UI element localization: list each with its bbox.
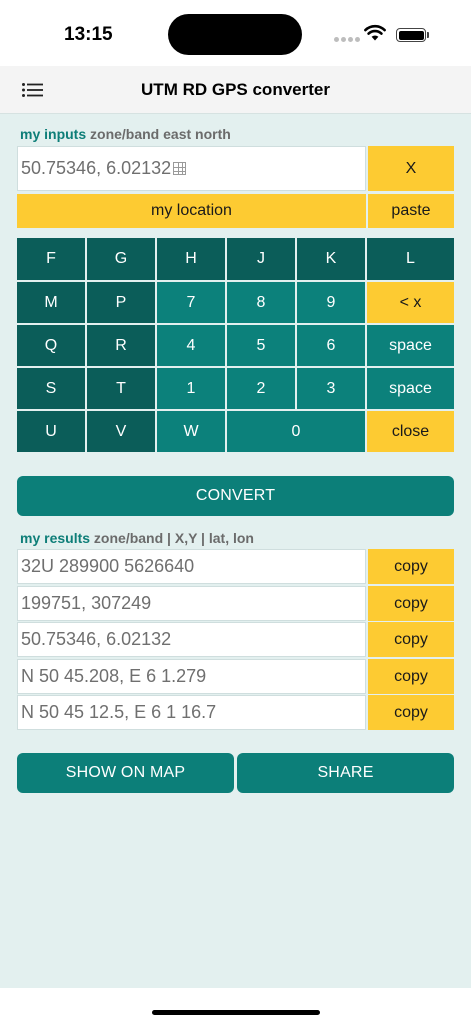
nav-bar: UTM RD GPS converter xyxy=(0,66,471,114)
wifi-icon xyxy=(364,24,386,41)
backspace-key[interactable]: < x xyxy=(367,282,454,323)
copy-decimal-button[interactable]: copy xyxy=(368,622,454,657)
home-indicator[interactable] xyxy=(152,1010,320,1015)
key-m[interactable]: M xyxy=(17,282,85,323)
key-j[interactable]: J xyxy=(227,238,295,280)
key-s[interactable]: S xyxy=(17,368,85,409)
results-label-accent: my results xyxy=(20,530,91,546)
show-on-map-button[interactable]: SHOW ON MAP xyxy=(17,753,234,793)
paste-button[interactable]: paste xyxy=(368,194,454,228)
convert-button[interactable]: CONVERT xyxy=(17,476,454,516)
results-section-label: my results zone/band | X,Y | lat, lon xyxy=(20,530,254,546)
page-title: UTM RD GPS converter xyxy=(141,80,330,99)
result-dm-field: N 50 45.208, E 6 1.279 xyxy=(17,659,366,694)
keyboard-icon xyxy=(173,162,187,175)
key-r[interactable]: R xyxy=(87,325,155,366)
key-9[interactable]: 9 xyxy=(297,282,365,323)
coordinate-input-value: 50.75346, 6.02132 xyxy=(21,158,172,178)
result-decimal-field: 50.75346, 6.02132 xyxy=(17,622,366,657)
copy-dm-button[interactable]: copy xyxy=(368,659,454,694)
key-h[interactable]: H xyxy=(157,238,225,280)
my-location-button[interactable]: my location xyxy=(17,194,366,228)
status-bar: 13:15 xyxy=(0,0,471,66)
result-dms-field: N 50 45 12.5, E 6 1 16.7 xyxy=(17,695,366,730)
home-indicator-area xyxy=(0,988,471,1024)
key-u[interactable]: U xyxy=(17,411,85,452)
space-key-2[interactable]: space xyxy=(367,368,454,409)
close-key[interactable]: close xyxy=(367,411,454,452)
key-3[interactable]: 3 xyxy=(297,368,365,409)
battery-icon xyxy=(396,28,426,42)
key-w[interactable]: W xyxy=(157,411,225,452)
space-key[interactable]: space xyxy=(367,325,454,366)
cellular-signal-icon xyxy=(334,37,360,42)
inputs-label-accent: my inputs xyxy=(20,126,87,142)
battery-nub xyxy=(427,32,429,38)
key-g[interactable]: G xyxy=(87,238,155,280)
key-f[interactable]: F xyxy=(17,238,85,280)
key-5[interactable]: 5 xyxy=(227,325,295,366)
coordinate-input[interactable]: 50.75346, 6.02132 xyxy=(17,146,366,191)
key-6[interactable]: 6 xyxy=(297,325,365,366)
clear-button[interactable]: X xyxy=(368,146,454,191)
status-time: 13:15 xyxy=(64,24,113,45)
copy-utm-button[interactable]: copy xyxy=(368,549,454,584)
key-t[interactable]: T xyxy=(87,368,155,409)
key-8[interactable]: 8 xyxy=(227,282,295,323)
copy-dms-button[interactable]: copy xyxy=(368,695,454,730)
key-k[interactable]: K xyxy=(297,238,365,280)
key-p[interactable]: P xyxy=(87,282,155,323)
result-rd-field: 199751, 307249 xyxy=(17,586,366,621)
key-0[interactable]: 0 xyxy=(227,411,365,452)
key-v[interactable]: V xyxy=(87,411,155,452)
inputs-section-label: my inputs zone/band east north xyxy=(20,126,231,142)
key-l[interactable]: L xyxy=(367,238,454,280)
result-utm-field: 32U 289900 5626640 xyxy=(17,549,366,584)
key-q[interactable]: Q xyxy=(17,325,85,366)
key-7[interactable]: 7 xyxy=(157,282,225,323)
dynamic-island xyxy=(168,14,302,55)
results-label-text: zone/band | X,Y | lat, lon xyxy=(90,530,254,546)
copy-rd-button[interactable]: copy xyxy=(368,586,454,621)
key-1[interactable]: 1 xyxy=(157,368,225,409)
key-4[interactable]: 4 xyxy=(157,325,225,366)
inputs-label-text: zone/band east north xyxy=(86,126,231,142)
key-2[interactable]: 2 xyxy=(227,368,295,409)
share-button[interactable]: SHARE xyxy=(237,753,454,793)
